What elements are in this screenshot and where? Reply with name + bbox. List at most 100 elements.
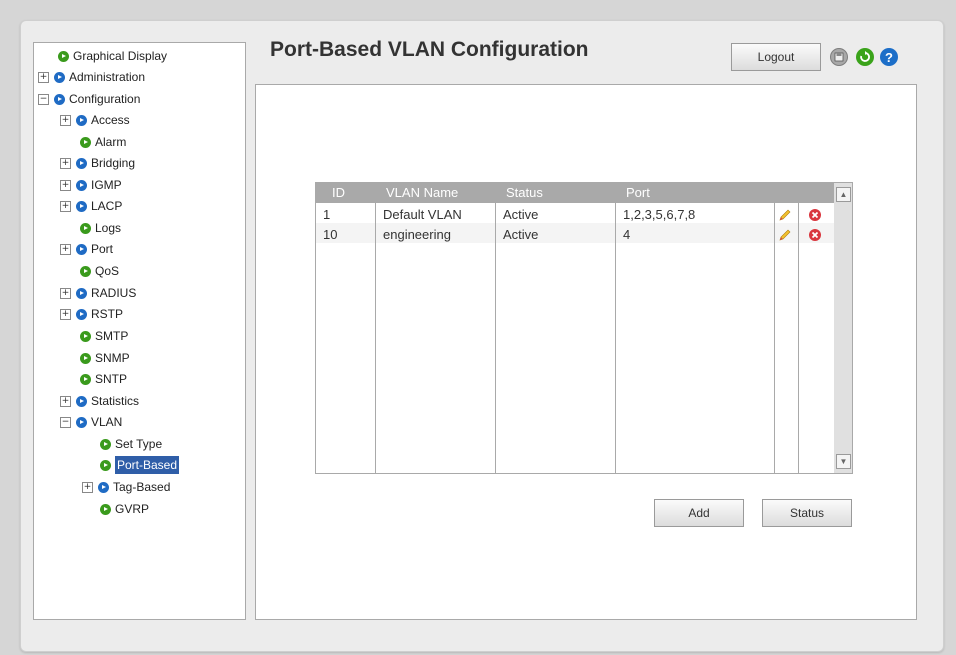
bullet-icon [100, 459, 111, 471]
bullet-icon [76, 287, 87, 299]
nav-item-label: RSTP [91, 307, 124, 321]
bullet-icon [80, 222, 91, 234]
column-divider [375, 183, 376, 473]
edit-icon[interactable] [778, 208, 792, 222]
bullet-icon [54, 71, 65, 83]
logout-button[interactable]: Logout [731, 43, 821, 71]
nav-item-label: Tag-Based [113, 480, 171, 494]
bullet-icon [76, 243, 87, 255]
nav-item-qos[interactable]: QoS [80, 262, 119, 280]
nav-item-label: VLAN [91, 415, 123, 429]
nav-item-label: IGMP [91, 178, 122, 192]
page-title: Port-Based VLAN Configuration [270, 38, 589, 61]
nav-item-logs[interactable]: Logs [80, 219, 121, 237]
bullet-icon [58, 50, 69, 62]
nav-item-label: RADIUS [91, 286, 137, 300]
expand-icon[interactable]: + [60, 157, 71, 169]
expand-icon[interactable]: + [60, 395, 71, 407]
column-divider [774, 183, 775, 473]
expand-icon[interactable]: + [60, 114, 71, 126]
bullet-icon [54, 93, 65, 105]
nav-item-snmp[interactable]: SNMP [80, 349, 130, 367]
nav-item-label: LACP [91, 199, 123, 213]
column-header-status[interactable]: Status [506, 183, 543, 203]
nav-item-radius[interactable]: + RADIUS [60, 284, 136, 302]
nav-item-label: Access [91, 113, 130, 127]
nav-item-vlan[interactable]: − VLAN [60, 413, 122, 431]
expand-icon[interactable]: + [60, 243, 71, 255]
delete-icon[interactable] [808, 228, 822, 242]
bullet-icon [76, 157, 87, 169]
add-button[interactable]: Add [654, 499, 744, 527]
cell-id: 10 [323, 227, 338, 242]
edit-icon[interactable] [778, 228, 792, 242]
scroll-down-icon[interactable]: ▼ [836, 454, 851, 469]
nav-item-set-type[interactable]: Set Type [100, 435, 162, 453]
bullet-icon [76, 395, 87, 407]
table-scrollbar[interactable]: ▲ ▼ [834, 182, 853, 474]
vlan-table: ID VLAN Name Status Port 1 Default VLAN … [315, 182, 836, 474]
nav-item-lacp[interactable]: + LACP [60, 197, 122, 215]
nav-item-igmp[interactable]: + IGMP [60, 176, 122, 194]
expand-icon[interactable]: + [60, 200, 71, 212]
cell-status: Active [503, 207, 539, 222]
bullet-icon [80, 330, 91, 342]
nav-item-port[interactable]: + Port [60, 240, 113, 258]
column-divider [798, 183, 799, 473]
help-icon[interactable]: ? [880, 48, 898, 66]
nav-item-access[interactable]: + Access [60, 111, 130, 129]
nav-item-bridging[interactable]: + Bridging [60, 154, 135, 172]
nav-item-label: SNTP [95, 372, 128, 386]
nav-item-administration[interactable]: + Administration [38, 68, 145, 86]
cell-vlan-name: engineering [383, 227, 451, 242]
bullet-icon [76, 114, 87, 126]
delete-icon[interactable] [808, 208, 822, 222]
nav-item-label-selected: Port-Based [115, 456, 180, 474]
nav-item-label: Port [91, 242, 114, 256]
nav-item-sntp[interactable]: SNTP [80, 370, 127, 388]
expand-icon[interactable]: + [60, 308, 71, 320]
nav-item-label: Set Type [115, 437, 163, 451]
nav-item-graphical-display[interactable]: Graphical Display [58, 47, 167, 65]
column-header-port[interactable]: Port [626, 183, 650, 203]
nav-item-port-based[interactable]: Port-Based [100, 456, 180, 474]
bullet-icon [80, 373, 91, 385]
cell-port: 4 [623, 227, 631, 242]
cell-port: 1,2,3,5,6,7,8 [623, 207, 696, 222]
status-button[interactable]: Status [762, 499, 852, 527]
bullet-icon [80, 352, 91, 364]
refresh-icon[interactable] [856, 48, 874, 66]
save-icon[interactable] [830, 48, 848, 66]
expand-icon[interactable]: + [82, 481, 93, 493]
collapse-icon[interactable]: − [38, 93, 49, 105]
nav-item-label: Alarm [95, 135, 127, 149]
column-header-vlan-name[interactable]: VLAN Name [386, 183, 459, 203]
nav-item-smtp[interactable]: SMTP [80, 327, 128, 345]
nav-item-label: Logs [95, 221, 122, 235]
nav-item-alarm[interactable]: Alarm [80, 133, 126, 151]
nav-item-label: SNMP [95, 351, 130, 365]
cell-vlan-name: Default VLAN [383, 207, 462, 222]
bullet-icon [80, 265, 91, 277]
expand-icon[interactable]: + [38, 71, 49, 83]
column-divider [615, 183, 616, 473]
bullet-icon [98, 481, 109, 493]
nav-item-label: Graphical Display [73, 49, 168, 63]
bullet-icon [76, 200, 87, 212]
cell-status: Active [503, 227, 539, 242]
expand-icon[interactable]: + [60, 179, 71, 191]
nav-item-rstp[interactable]: + RSTP [60, 305, 123, 323]
collapse-icon[interactable]: − [60, 416, 71, 428]
nav-item-tag-based[interactable]: + Tag-Based [82, 478, 170, 496]
scroll-up-icon[interactable]: ▲ [836, 187, 851, 202]
nav-item-label: GVRP [115, 502, 150, 516]
column-header-id[interactable]: ID [332, 183, 345, 203]
expand-icon[interactable]: + [60, 287, 71, 299]
nav-item-statistics[interactable]: + Statistics [60, 392, 139, 410]
nav-item-configuration[interactable]: − Configuration [38, 90, 140, 108]
bullet-icon [80, 136, 91, 148]
nav-item-label: SMTP [95, 329, 129, 343]
nav-item-label: Statistics [91, 394, 140, 408]
bullet-icon [76, 416, 87, 428]
nav-item-gvrp[interactable]: GVRP [100, 500, 149, 518]
